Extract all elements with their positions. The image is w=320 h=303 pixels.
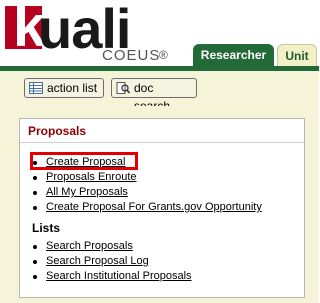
bullet-icon xyxy=(33,191,37,195)
list-item: All My Proposals xyxy=(32,185,262,200)
bullet-icon xyxy=(33,206,37,210)
search-institutional-proposals-link[interactable]: Search Institutional Proposals xyxy=(46,270,192,282)
list-item: Proposals Enroute xyxy=(32,170,262,185)
all-my-proposals-link[interactable]: All My Proposals xyxy=(46,186,128,198)
action-list-button[interactable]: action list xyxy=(24,78,104,98)
header: k uali COEUS ® Researcher Unit xyxy=(0,0,319,67)
list-item: Search Proposal Log xyxy=(32,254,192,269)
toolbar: action list doc search xyxy=(0,71,319,113)
list-item: Create Proposal For Grants.gov Opportuni… xyxy=(32,200,262,215)
search-proposal-log-link[interactable]: Search Proposal Log xyxy=(46,255,149,267)
tab-unit[interactable]: Unit xyxy=(277,44,317,67)
action-list-label: action list xyxy=(47,81,98,95)
bullet-icon xyxy=(33,245,37,249)
highlight-box xyxy=(30,152,138,170)
create-grants-gov-proposal-link[interactable]: Create Proposal For Grants.gov Opportuni… xyxy=(46,201,262,213)
main-area: Proposals Create Proposal Proposals Enro… xyxy=(0,106,319,303)
proposals-enroute-link[interactable]: Proposals Enroute xyxy=(46,171,137,183)
doc-search-icon xyxy=(116,82,130,94)
bullet-icon xyxy=(33,176,37,180)
bullet-icon xyxy=(33,260,37,264)
bullet-icon xyxy=(33,275,37,279)
kuali-logo: k xyxy=(5,0,45,56)
proposals-panel: Proposals Create Proposal Proposals Enro… xyxy=(19,118,305,298)
product-name: COEUS xyxy=(102,47,161,64)
lists-heading: Lists xyxy=(32,221,61,235)
doc-search-button[interactable]: doc search xyxy=(111,78,197,113)
search-links: Search Proposals Search Proposal Log Sea… xyxy=(32,239,192,284)
list-item: Search Proposals xyxy=(32,239,192,254)
panel-title: Proposals xyxy=(20,119,304,143)
list-item: Search Institutional Proposals xyxy=(32,269,192,284)
registered-mark: ® xyxy=(159,48,168,62)
action-list-icon xyxy=(29,82,43,94)
search-proposals-link[interactable]: Search Proposals xyxy=(46,240,133,252)
tab-researcher[interactable]: Researcher xyxy=(193,44,274,67)
